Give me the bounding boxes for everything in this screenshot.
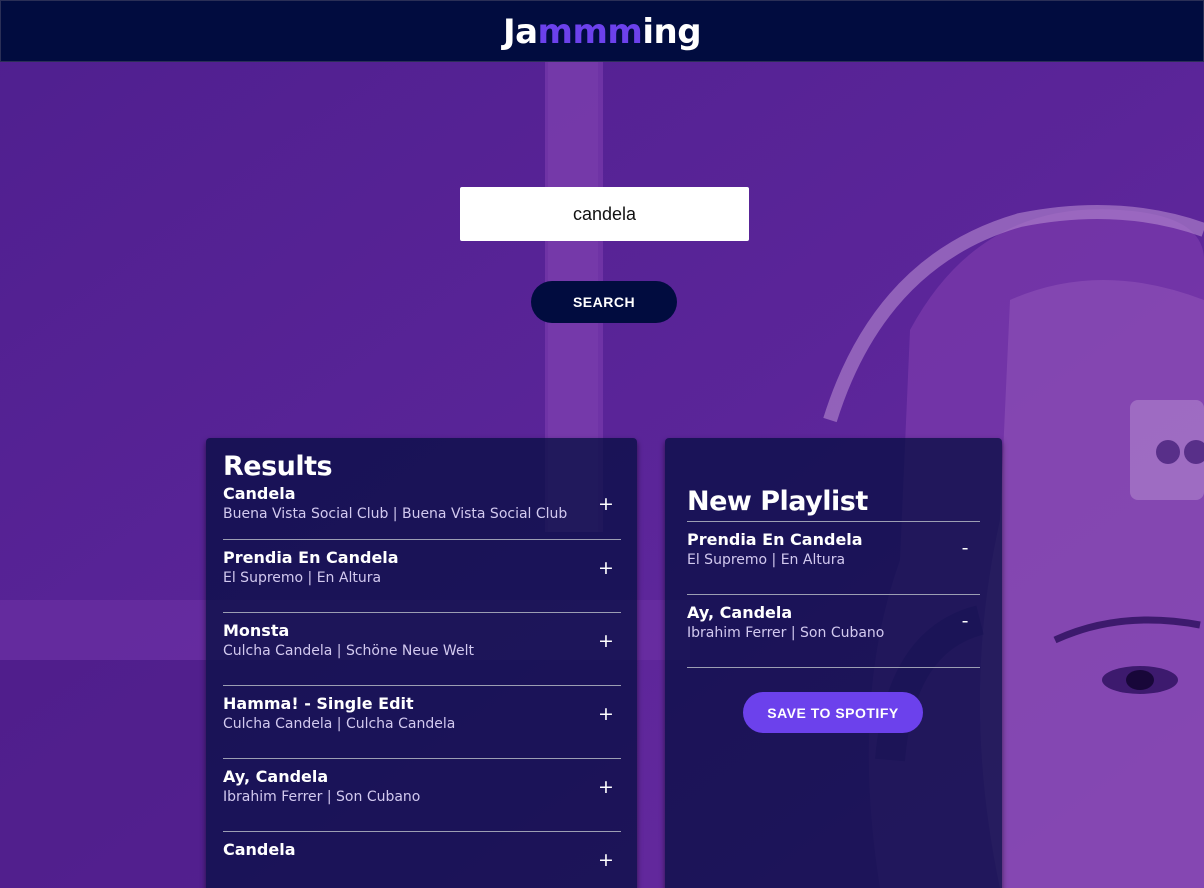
save-to-spotify-button[interactable]: SAVE TO SPOTIFY <box>743 692 923 733</box>
track-artist-album: Ibrahim Ferrer | Son Cubano <box>223 789 421 805</box>
add-track-button[interactable]: + <box>597 848 615 872</box>
track-name: Prendia En Candela <box>223 548 399 567</box>
track-name: Candela <box>223 484 296 503</box>
track-artist-album: El Supremo | En Altura <box>223 570 382 586</box>
track-name: Ay, Candela <box>687 603 793 622</box>
track-name: Hamma! - Single Edit <box>223 694 414 713</box>
result-track-row: Prendia En Candela El Supremo | En Altur… <box>223 540 621 613</box>
track-artist-album: Buena Vista Social Club | Buena Vista So… <box>223 506 568 522</box>
results-title: Results <box>223 451 333 482</box>
result-track-row: Candela + <box>223 832 621 888</box>
playlist-track-list: Prendia En Candela El Supremo | En Altur… <box>687 522 980 668</box>
app-header: Jammming <box>0 0 1204 62</box>
result-track-row: Monsta Culcha Candela | Schöne Neue Welt… <box>223 613 621 686</box>
playlist-track-row: Ay, Candela Ibrahim Ferrer | Son Cubano … <box>687 595 980 668</box>
add-track-button[interactable]: + <box>597 629 615 653</box>
search-results-panel: Results Candela Buena Vista Social Club … <box>206 438 637 888</box>
track-artist-album: Culcha Candela | Culcha Candela <box>223 716 456 732</box>
playlist-name-input[interactable] <box>687 482 980 522</box>
logo-suffix: ing <box>642 12 702 52</box>
add-track-button[interactable]: + <box>597 556 615 580</box>
add-track-button[interactable]: + <box>597 775 615 799</box>
logo-prefix: Ja <box>502 12 538 52</box>
search-input[interactable] <box>460 187 749 241</box>
remove-track-button[interactable]: - <box>956 536 974 560</box>
playlist-track-row: Prendia En Candela El Supremo | En Altur… <box>687 522 980 595</box>
add-track-button[interactable]: + <box>597 492 615 516</box>
results-track-list: Candela Buena Vista Social Club | Buena … <box>223 484 621 888</box>
track-name: Prendia En Candela <box>687 530 863 549</box>
result-track-row: Candela Buena Vista Social Club | Buena … <box>223 484 621 540</box>
track-name: Ay, Candela <box>223 767 329 786</box>
track-name: Candela <box>223 840 296 859</box>
track-artist-album: El Supremo | En Altura <box>687 552 846 568</box>
app-logo: Jammming <box>502 10 702 54</box>
add-track-button[interactable]: + <box>597 702 615 726</box>
result-track-row: Hamma! - Single Edit Culcha Candela | Cu… <box>223 686 621 759</box>
search-button[interactable]: SEARCH <box>531 281 677 323</box>
app-page: Jammming SEARCH Results Candela Buena Vi… <box>0 0 1204 888</box>
track-artist-album: Ibrahim Ferrer | Son Cubano <box>687 625 885 641</box>
track-name: Monsta <box>223 621 290 640</box>
result-track-row: Ay, Candela Ibrahim Ferrer | Son Cubano … <box>223 759 621 832</box>
track-artist-album: Culcha Candela | Schöne Neue Welt <box>223 643 474 659</box>
remove-track-button[interactable]: - <box>956 609 974 633</box>
playlist-panel: Prendia En Candela El Supremo | En Altur… <box>665 438 1002 888</box>
logo-accent: mmm <box>537 12 643 52</box>
